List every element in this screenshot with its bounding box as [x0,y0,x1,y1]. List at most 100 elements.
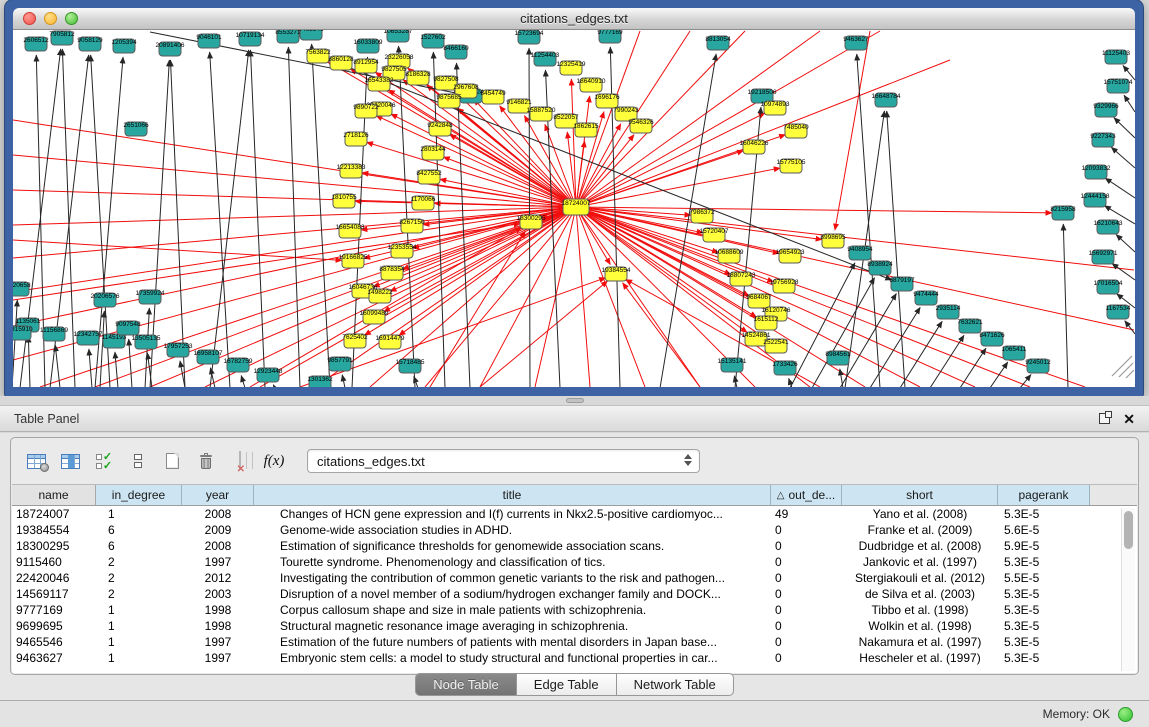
graph-node-label: 7625402 [342,334,368,341]
float-panel-icon[interactable] [1099,413,1110,424]
graph-node-label: 1696176 [594,94,620,101]
graph-node-label: 1205394 [111,39,137,46]
table-selector-dropdown[interactable]: citations_edges.txt [307,449,700,473]
cell-short: Franke et al. (2009) [842,522,998,538]
table-panel-body: ✓ ✓ ✕ [0,433,1149,700]
graph-edge [576,60,950,207]
graph-edge [115,352,118,387]
checklist-icon: ✓ ✓ [96,453,112,470]
show-columns-button[interactable] [55,446,85,476]
delete-table-icon: ✕ [239,452,241,470]
graph-node-label: 9329966 [1093,103,1119,110]
table-row[interactable]: 977716911998Corpus callosum shape and si… [12,602,1137,618]
row-height-icon [134,454,142,468]
cell-out-de-: 0 [771,634,842,650]
cell-short: Hescheler et al. (1997) [842,650,998,666]
cell-name: 18724007 [12,506,96,522]
table-row[interactable]: 946362711997Embryonic stem cells: a mode… [12,650,1137,666]
table-row[interactable]: 969969511998Structural magnetic resonanc… [12,618,1137,634]
graph-edge [288,47,300,387]
cell-out-de-: 0 [771,538,842,554]
graph-node-label: 23226058 [385,54,414,61]
scrollbar-thumb[interactable] [1124,511,1133,549]
column-header-label: name [38,488,68,502]
panel-splitter[interactable] [0,396,1149,405]
table-row[interactable]: 946554611997Estimation of the future num… [12,634,1137,650]
row-height-button[interactable] [123,446,153,476]
column-header-short[interactable]: short [842,485,998,505]
graph-node-label: 16782759 [224,358,253,365]
cell-pagerank: 5.3E-5 [998,586,1090,602]
column-header-label: in_degree [112,488,165,502]
table-row[interactable]: 1938455462009Genome-wide association stu… [12,522,1137,538]
cell-name: 9463627 [12,650,96,666]
close-window-button[interactable] [23,12,36,25]
cell-title: Estimation of significance thresholds fo… [254,538,771,554]
network-window-titlebar[interactable]: citations_edges.txt [13,8,1135,30]
graph-node-label: 7905812 [49,31,75,38]
zoom-window-button[interactable] [65,12,78,25]
column-header-year[interactable]: year [182,485,254,505]
cell-short: Dudbridge et al. (2008) [842,538,998,554]
table-row[interactable]: 1872400712008Changes of HCN gene express… [12,506,1137,522]
graph-node-label: 9046101 [196,34,222,41]
tab-edge-table[interactable]: Edge Table [517,673,617,696]
minimize-window-button[interactable] [44,12,57,25]
column-header-in-degree[interactable]: in_degree [96,485,182,505]
create-column-button[interactable] [157,446,187,476]
tab-network-table[interactable]: Network Table [617,673,734,696]
graph-edge [210,52,230,387]
column-header-title[interactable]: title [254,485,771,505]
graph-node-label: 11125403 [1102,50,1130,57]
network-canvas[interactable]: 2606512790581290581291205394208914069046… [13,30,1135,387]
cell-pagerank: 5.5E-5 [998,570,1090,586]
splitter-handle-icon[interactable] [566,398,584,403]
graph-node-label: 20206576 [91,293,120,300]
table-row[interactable]: 2242004622012Investigating the contribut… [12,570,1137,586]
table-row[interactable]: 1830029562008Estimation of significance … [12,538,1137,554]
cell-name: 9777169 [12,602,96,618]
cell-short: de Silva et al. (2003) [842,586,998,602]
tab-node-table[interactable]: Node Table [415,673,517,696]
column-header-pagerank[interactable]: pagerank [998,485,1090,505]
function-builder-button[interactable]: f(x) [259,446,289,476]
close-panel-icon[interactable]: ✕ [1123,412,1135,426]
graph-node-label: 1810755 [331,194,357,201]
cell-out-de-: 0 [771,554,842,570]
graph-node-label: 12342757 [74,331,103,338]
graph-node-label: 16210643 [1094,220,1123,227]
graph-edge [342,375,345,387]
table-panel-header: Table Panel ✕ [0,405,1149,432]
vertical-scrollbar[interactable] [1121,508,1135,671]
graph-node-label: 7990243 [613,107,639,114]
window-resize-grip[interactable] [1112,356,1134,378]
memory-status-indicator[interactable] [1118,707,1133,722]
table-rows: 1872400712008Changes of HCN gene express… [12,506,1137,666]
column-header-label: pagerank [1018,488,1068,502]
delete-column-button[interactable] [191,446,221,476]
table-row[interactable]: 1456911722003Disruption of a novel membe… [12,586,1137,602]
graph-node-label: 6879197 [889,277,915,284]
graph-node-label: 9890722 [353,104,379,111]
graph-node-label: 8984561 [825,351,851,358]
graph-node-label: 17359924 [136,290,165,297]
select-columns-button[interactable]: ✓ ✓ [89,446,119,476]
table-mode-button[interactable] [21,446,51,476]
cell-year: 2009 [182,522,254,538]
graph-node-label: 19384554 [602,267,631,274]
graph-node-label: 8471626 [979,332,1005,339]
cell-title: Investigating the contribution of common… [254,570,771,586]
graph-node-label: 15775105 [777,159,806,166]
network-graph-svg[interactable]: 2606512790581290581291205394208914069046… [13,30,1135,387]
graph-node-label: 16958107 [194,350,223,357]
status-bar: Memory: OK [0,700,1149,727]
column-header-out-de-[interactable]: △out_de... [771,485,842,505]
delete-table-button[interactable]: ✕ [225,446,255,476]
graph-node-label: 2606512 [23,37,49,44]
table-row[interactable]: 911546021997Tourette syndrome. Phenomeno… [12,554,1137,570]
graph-node-label: 8215958 [1050,206,1076,213]
graph-node-label: 1733426 [772,361,798,368]
column-header-name[interactable]: name [12,485,96,505]
graph-edge [129,339,132,387]
cell-title: Genome-wide association studies in ADHD. [254,522,771,538]
